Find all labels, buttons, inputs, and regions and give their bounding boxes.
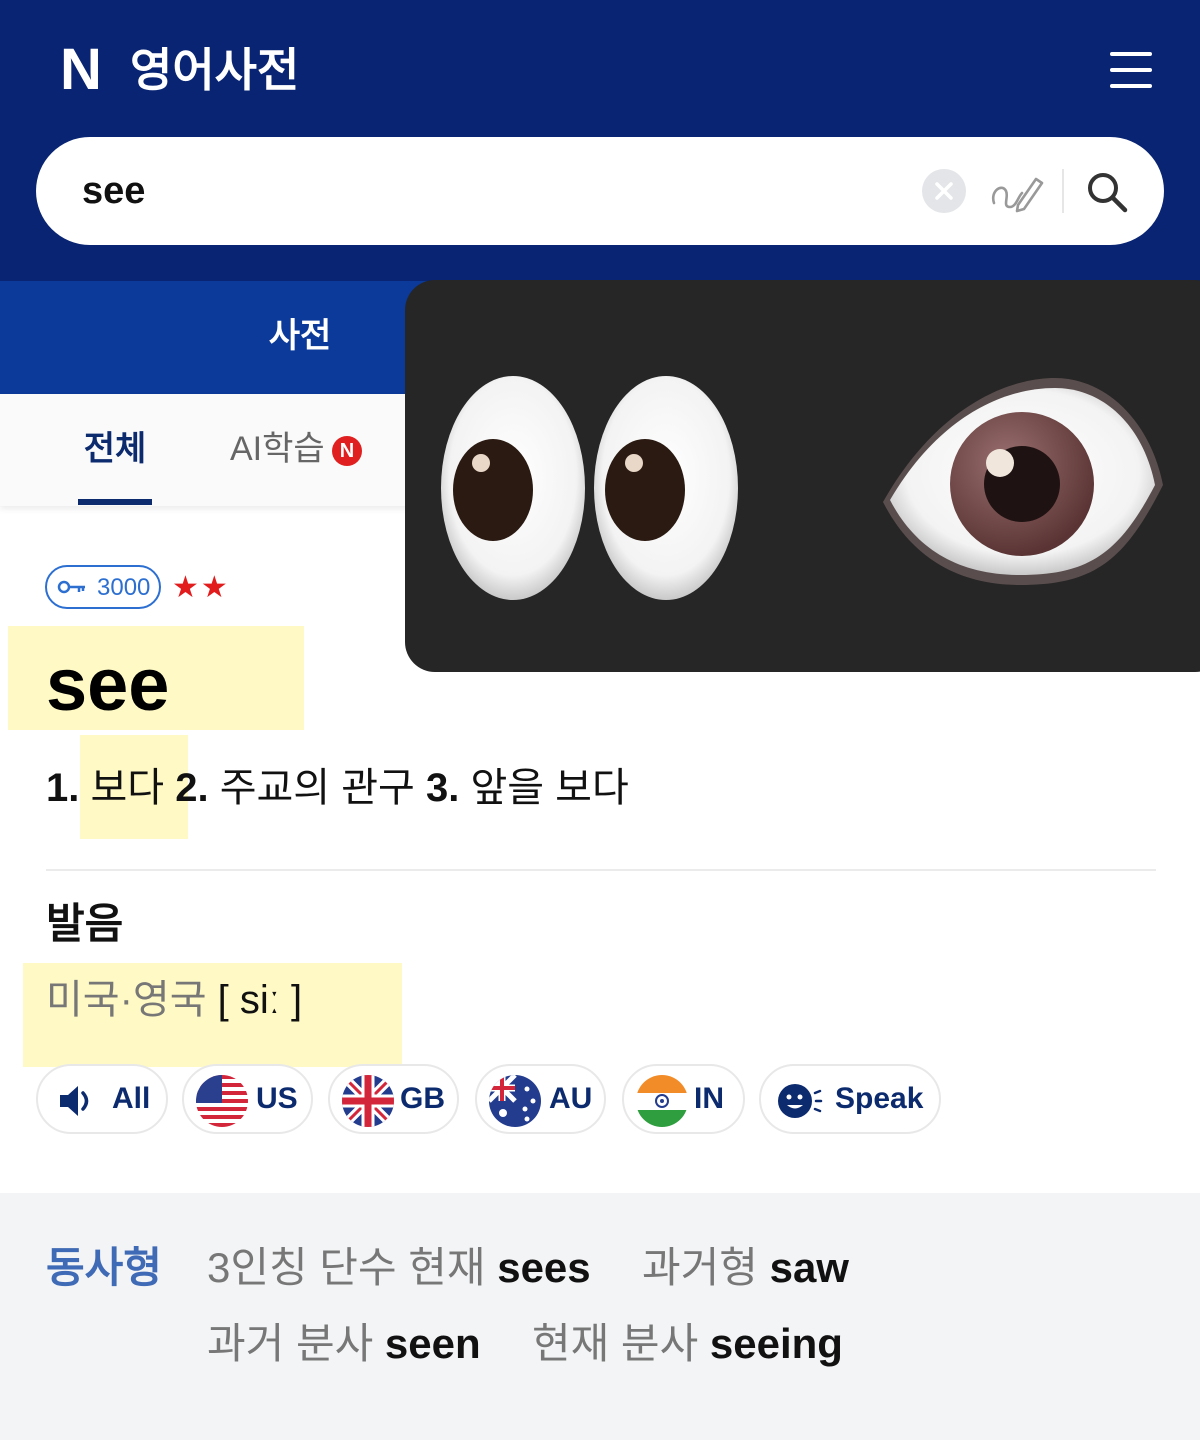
audio-all-label: All	[112, 1082, 151, 1115]
meaning-text[interactable]: 보다	[90, 766, 164, 810]
search-divider	[1062, 169, 1064, 213]
speaker-icon	[60, 1086, 89, 1116]
pronunciation-line: 미국·영국 [ siː ]	[46, 972, 302, 1028]
eyes-emoji[interactable]	[441, 376, 738, 600]
section-divider	[46, 869, 1156, 871]
active-tab-indicator	[78, 499, 152, 505]
audio-all-button[interactable]: All	[36, 1064, 168, 1134]
form-value[interactable]: sees	[497, 1244, 590, 1291]
form-label: 과거 분사	[207, 1320, 374, 1367]
form-value[interactable]: seen	[385, 1320, 481, 1367]
importance-stars: ★★	[172, 571, 230, 604]
menu-icon[interactable]	[1110, 52, 1152, 88]
form-label: 현재 분사	[531, 1320, 699, 1367]
app-title[interactable]: 영어사전	[130, 40, 299, 100]
verb-forms-label: 동사형	[46, 1244, 162, 1291]
meaning-text[interactable]: 주교의 관구	[220, 766, 415, 810]
headword[interactable]: see	[46, 640, 169, 730]
verb-forms-row: 3인칭 단수 현재 sees 과거형 saw	[207, 1240, 849, 1296]
tab-dictionary[interactable]: 사전	[230, 311, 370, 361]
in-flag-icon	[636, 1075, 688, 1127]
speak-button[interactable]: Speak	[759, 1064, 941, 1134]
form-label: 과거형	[642, 1244, 758, 1291]
meaning-number: 1.	[46, 766, 80, 810]
meaning-number: 3.	[425, 766, 460, 810]
form-label: 3인칭 단수 현재	[207, 1244, 486, 1291]
verb-forms-row: 과거 분사 seen 현재 분사 seeing	[207, 1316, 843, 1372]
naver-logo[interactable]: N	[60, 40, 102, 100]
audio-gb-button[interactable]: GB	[328, 1064, 459, 1134]
audio-au-label: AU	[549, 1082, 593, 1115]
pronunciation-region: 미국·영국	[46, 978, 207, 1022]
audio-in-button[interactable]: IN	[622, 1064, 745, 1134]
meaning-number: 2.	[175, 766, 209, 810]
form-value[interactable]: saw	[770, 1244, 849, 1291]
emoji-suggestion-panel	[405, 280, 1200, 672]
meaning-text[interactable]: 앞을 보다	[470, 766, 628, 810]
header: N 영어사전	[0, 0, 1200, 281]
audio-au-button[interactable]: AU	[475, 1064, 606, 1134]
subtab-all[interactable]: 전체	[78, 424, 152, 474]
au-flag-icon	[489, 1075, 541, 1127]
speak-icon	[778, 1084, 823, 1118]
key-icon	[57, 580, 85, 594]
form-value[interactable]: seeing	[710, 1320, 843, 1367]
audio-in-label: IN	[694, 1082, 724, 1115]
search-input[interactable]	[82, 165, 882, 217]
speak-label: Speak	[835, 1082, 924, 1115]
pronunciation-ipa: [ siː ]	[217, 978, 303, 1022]
handwriting-icon[interactable]	[988, 165, 1046, 217]
audio-us-label: US	[256, 1082, 298, 1115]
search-bar	[36, 137, 1164, 245]
audio-gb-label: GB	[400, 1082, 445, 1115]
search-icon[interactable]	[1084, 169, 1130, 215]
level-badge[interactable]: 3000	[45, 565, 161, 609]
clear-icon[interactable]	[922, 169, 966, 213]
eyes-emoji-graphic	[441, 376, 1163, 600]
level-number: 3000	[97, 574, 151, 601]
eye-emoji[interactable]	[883, 378, 1163, 585]
us-flag-icon	[196, 1075, 248, 1127]
meanings-list: 1. 보다 2. 주교의 관구 3. 앞을 보다	[46, 760, 629, 816]
new-badge: N	[332, 436, 362, 466]
gb-flag-icon	[342, 1075, 394, 1127]
subtab-ai-learning[interactable]: AI학습	[230, 424, 325, 474]
audio-us-button[interactable]: US	[182, 1064, 313, 1134]
pronunciation-heading: 발음	[46, 900, 124, 947]
